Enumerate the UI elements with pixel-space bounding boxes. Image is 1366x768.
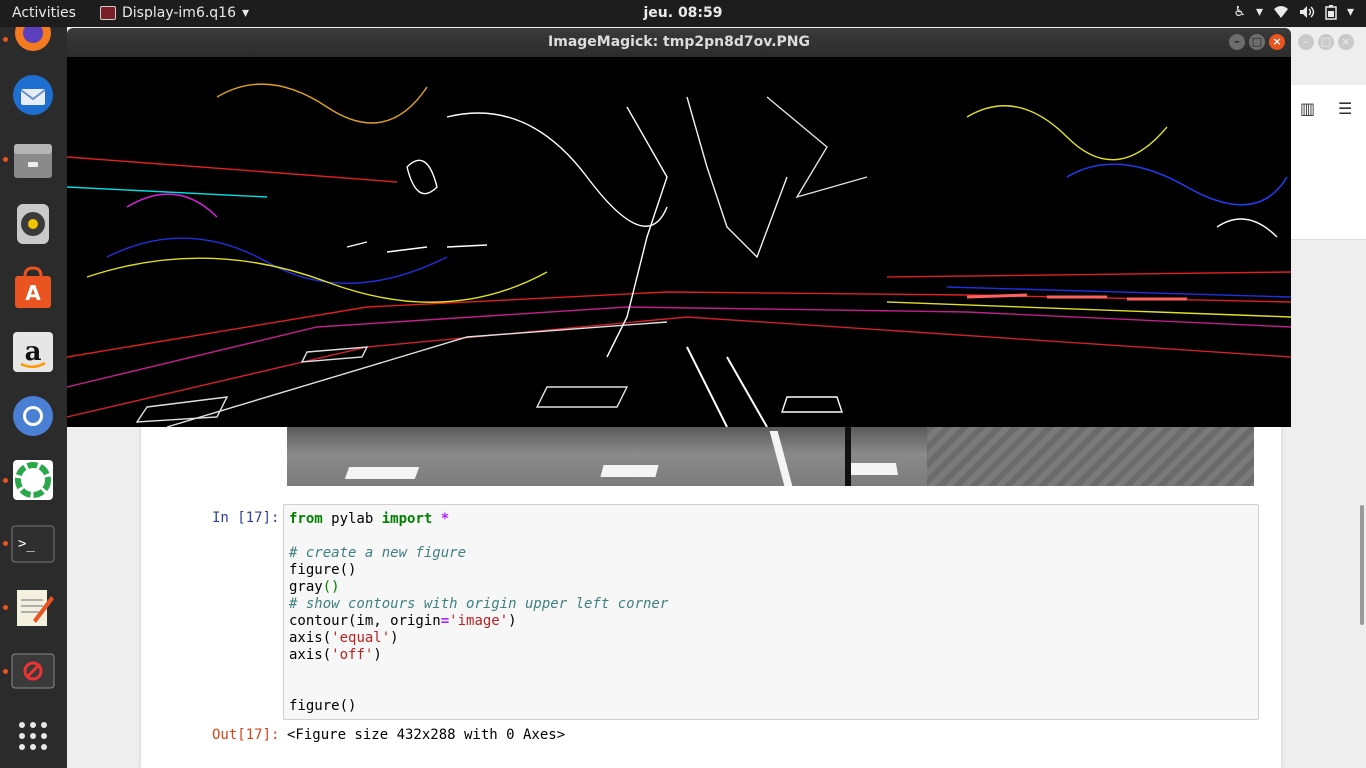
code-paren: )	[508, 613, 517, 629]
code-editor[interactable]: from pylab import * # create a new figur…	[289, 511, 668, 715]
output-text: <Figure size 432x288 with 0 Axes>	[287, 727, 566, 743]
chromium-icon[interactable]	[10, 393, 56, 439]
system-tray[interactable]: ♿ ▾ ▾	[1233, 4, 1354, 20]
gnome-top-bar: Activities Display-im6.q16 ▾ jeu. 08:59 …	[0, 0, 1366, 27]
activities-button[interactable]: Activities	[12, 5, 76, 21]
window-titlebar[interactable]: ImageMagick: tmp2pn8d7ov.PNG – □ ×	[67, 28, 1291, 57]
imagemagick-window: ImageMagick: tmp2pn8d7ov.PNG – □ ×	[67, 28, 1291, 427]
window-controls: – □ ×	[1229, 34, 1285, 50]
road-marking	[845, 463, 899, 475]
code-string: 'off'	[331, 647, 374, 663]
notebook-header	[1290, 129, 1366, 240]
svg-text:A: A	[25, 281, 41, 305]
amazon-icon[interactable]: a	[10, 329, 56, 375]
code-paren: ()	[322, 579, 340, 595]
show-apps-icon[interactable]	[10, 713, 56, 759]
code-line: figure()	[289, 698, 357, 714]
running-indicator	[3, 157, 8, 162]
display-app-icon	[100, 6, 116, 20]
rhythmbox-icon[interactable]	[10, 201, 56, 247]
code-comment: # create a new figure	[289, 545, 467, 561]
chevron-down-icon: ▾	[242, 5, 250, 21]
code-line: axis(	[289, 647, 332, 663]
battery-icon[interactable]	[1325, 4, 1337, 20]
wifi-icon[interactable]	[1273, 5, 1289, 19]
app-blocked-icon[interactable]	[10, 649, 56, 695]
text-editor-icon[interactable]	[10, 585, 56, 631]
code-comment: # show contours with origin upper left c…	[289, 596, 669, 612]
close-icon[interactable]: ×	[1269, 34, 1285, 50]
code-line: gray	[289, 579, 323, 595]
running-indicator	[3, 37, 8, 42]
volume-icon[interactable]	[1299, 5, 1315, 19]
maximize-icon[interactable]: □	[1318, 34, 1334, 50]
app-icon[interactable]	[10, 457, 56, 503]
contour-image	[67, 83, 1291, 427]
image-canvas[interactable]	[67, 57, 1291, 427]
input-prompt: In [17]:	[212, 510, 280, 526]
svg-text:>_: >_	[18, 536, 35, 552]
maximize-icon[interactable]: □	[1249, 34, 1265, 50]
firefox-icon[interactable]	[10, 27, 56, 55]
chevron-down-icon: ▾	[1255, 4, 1263, 20]
code-line: contour(im, origin	[289, 613, 441, 629]
terminal-icon[interactable]: >_	[10, 521, 56, 567]
code-string: 'equal'	[331, 630, 391, 646]
output-image-street	[287, 427, 1254, 486]
running-indicator	[3, 669, 8, 674]
minimize-icon[interactable]: –	[1298, 34, 1314, 50]
code-keyword: from	[289, 511, 323, 527]
running-indicator	[3, 541, 8, 546]
code-module: pylab	[322, 511, 382, 527]
files-icon[interactable]	[10, 137, 56, 183]
code-cell[interactable]: from pylab import * # create a new figur…	[283, 504, 1259, 720]
output-prompt: Out[17]:	[212, 727, 280, 743]
scrollbar-thumb[interactable]	[1360, 505, 1364, 625]
chevron-down-icon: ▾	[1346, 4, 1354, 20]
svg-text:a: a	[25, 337, 42, 367]
thunderbird-icon[interactable]	[10, 72, 56, 118]
sidebar-icon[interactable]: ▥	[1300, 99, 1315, 118]
dock: A a >_	[0, 27, 67, 768]
close-icon[interactable]: ×	[1338, 34, 1354, 50]
background-window-controls: – □ ×	[1298, 34, 1354, 50]
code-operator: =	[440, 613, 450, 629]
window-title: ImageMagick: tmp2pn8d7ov.PNG	[548, 34, 810, 50]
street-pole	[845, 427, 851, 486]
code-line: axis(	[289, 630, 332, 646]
code-string: 'image'	[449, 613, 509, 629]
road-marking	[769, 431, 793, 486]
browser-toolbar: ▥ ☰	[1290, 85, 1366, 130]
running-indicator	[3, 605, 8, 610]
minimize-icon[interactable]: –	[1229, 34, 1245, 50]
app-menu[interactable]: Display-im6.q16 ▾	[100, 5, 249, 21]
clock[interactable]: jeu. 08:59	[643, 5, 722, 21]
code-paren: )	[373, 647, 382, 663]
road-marking	[600, 465, 659, 477]
sidewalk	[927, 427, 1254, 486]
code-keyword: import	[381, 511, 433, 527]
road-marking	[344, 467, 420, 479]
software-center-icon[interactable]: A	[10, 265, 56, 311]
code-operator: *	[432, 511, 450, 527]
code-line: figure()	[289, 562, 357, 578]
app-menu-label: Display-im6.q16	[122, 5, 236, 21]
menu-icon[interactable]: ☰	[1338, 99, 1352, 118]
code-paren: )	[390, 630, 399, 646]
accessibility-icon[interactable]: ♿	[1233, 4, 1246, 20]
running-indicator	[3, 478, 8, 483]
